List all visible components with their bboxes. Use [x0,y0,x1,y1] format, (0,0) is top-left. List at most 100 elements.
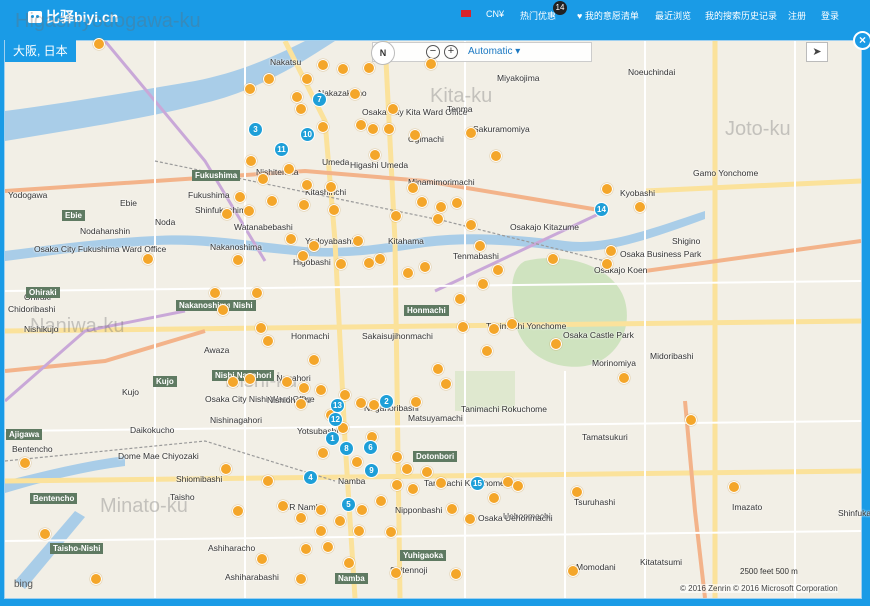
compass-button[interactable]: N [371,41,395,65]
hotel-pin-icon[interactable] [142,253,154,265]
hotel-pin-icon[interactable] [571,486,583,498]
hotel-pin-icon[interactable] [298,382,310,394]
hotel-cluster-marker[interactable]: 14 [594,202,609,217]
hotel-pin-icon[interactable] [409,129,421,141]
hotel-pin-icon[interactable] [335,258,347,270]
hotel-pin-icon[interactable] [220,463,232,475]
hotel-pin-icon[interactable] [390,210,402,222]
hotel-pin-icon[interactable] [450,568,462,580]
hotel-cluster-marker[interactable]: 15 [470,476,485,491]
hotel-pin-icon[interactable] [251,287,263,299]
hotel-pin-icon[interactable] [325,181,337,193]
hotel-pin-icon[interactable] [355,119,367,131]
hotel-pin-icon[interactable] [351,456,363,468]
hotel-pin-icon[interactable] [488,492,500,504]
hotel-pin-icon[interactable] [416,196,428,208]
hotel-pin-icon[interactable] [334,515,346,527]
hotel-pin-icon[interactable] [387,103,399,115]
hotel-pin-icon[interactable] [255,322,267,334]
hotel-pin-icon[interactable] [277,500,289,512]
hotel-pin-icon[interactable] [457,321,469,333]
hotel-cluster-marker[interactable]: 4 [303,470,318,485]
hotel-pin-icon[interactable] [217,304,229,316]
hotel-pin-icon[interactable] [410,396,422,408]
hotel-pin-icon[interactable] [281,376,293,388]
hotel-cluster-marker[interactable]: 2 [379,394,394,409]
hotel-pin-icon[interactable] [402,267,414,279]
hotel-pin-icon[interactable] [369,149,381,161]
hotel-pin-icon[interactable] [256,553,268,565]
hotel-pin-icon[interactable] [328,204,340,216]
hotel-pin-icon[interactable] [337,63,349,75]
hotel-cluster-marker[interactable]: 6 [363,440,378,455]
hotel-pin-icon[interactable] [285,233,297,245]
hotel-pin-icon[interactable] [262,475,274,487]
currency-selector[interactable]: CN¥ [486,9,504,19]
hotel-cluster-marker[interactable]: 11 [274,142,289,157]
hotel-cluster-marker[interactable]: 7 [312,92,327,107]
hotel-pin-icon[interactable] [245,155,257,167]
hotel-pin-icon[interactable] [601,258,613,270]
hotel-pin-icon[interactable] [355,397,367,409]
hotel-pin-icon[interactable] [446,503,458,515]
hotel-pin-icon[interactable] [451,197,463,209]
hotel-pin-icon[interactable] [440,378,452,390]
hotel-pin-icon[interactable] [407,483,419,495]
hotel-pin-icon[interactable] [295,512,307,524]
hotel-pin-icon[interactable] [263,73,275,85]
hotel-pin-icon[interactable] [390,567,402,579]
hotel-pin-icon[interactable] [421,466,433,478]
hotel-pin-icon[interactable] [301,73,313,85]
hotel-pin-icon[interactable] [385,526,397,538]
hotel-pin-icon[interactable] [407,182,419,194]
hotel-pin-icon[interactable] [512,480,524,492]
hotel-pin-icon[interactable] [432,213,444,225]
hotel-pin-icon[interactable] [343,557,355,569]
hotel-pin-icon[interactable] [298,199,310,211]
hotel-pin-icon[interactable] [322,541,334,553]
hotel-pin-icon[interactable] [257,173,269,185]
hotel-pin-icon[interactable] [464,513,476,525]
hotel-pin-icon[interactable] [435,201,447,213]
hotel-pin-icon[interactable] [367,123,379,135]
hotel-pin-icon[interactable] [481,345,493,357]
hotel-pin-icon[interactable] [300,543,312,555]
hotel-pin-icon[interactable] [266,195,278,207]
hotel-pin-icon[interactable] [363,62,375,74]
hotel-pin-icon[interactable] [232,254,244,266]
hotel-pin-icon[interactable] [465,219,477,231]
recently-viewed-link[interactable]: 最近浏览 [655,9,691,22]
hotel-pin-icon[interactable] [317,121,329,133]
hotel-cluster-marker[interactable]: 5 [341,497,356,512]
map-mode-dropdown[interactable]: Automatic ▾ [468,46,520,57]
hotel-pin-icon[interactable] [283,163,295,175]
hotel-pin-icon[interactable] [605,245,617,257]
hotel-cluster-marker[interactable]: 12 [328,412,343,427]
hotel-pin-icon[interactable] [301,179,313,191]
register-link[interactable]: 注册 [788,9,806,22]
hotel-pin-icon[interactable] [295,573,307,585]
hotel-cluster-marker[interactable]: 8 [339,441,354,456]
hotel-pin-icon[interactable] [352,235,364,247]
hotel-pin-icon[interactable] [492,264,504,276]
hotel-pin-icon[interactable] [227,376,239,388]
hotel-pin-icon[interactable] [374,253,386,265]
hotel-pin-icon[interactable] [391,479,403,491]
hotel-pin-icon[interactable] [425,58,437,70]
hotel-pin-icon[interactable] [356,504,368,516]
hotel-cluster-marker[interactable]: 9 [364,463,379,478]
hotel-pin-icon[interactable] [567,565,579,577]
hotel-pin-icon[interactable] [297,250,309,262]
hotel-pin-icon[interactable] [221,208,233,220]
hotel-pin-icon[interactable] [234,191,246,203]
hotel-pin-icon[interactable] [547,253,559,265]
hotel-pin-icon[interactable] [477,278,489,290]
hotel-pin-icon[interactable] [262,335,274,347]
hotel-pin-icon[interactable] [90,573,102,585]
hotel-pin-icon[interactable] [601,183,613,195]
hotel-pin-icon[interactable] [232,505,244,517]
hotel-cluster-marker[interactable]: 3 [248,122,263,137]
hotel-pin-icon[interactable] [506,318,518,330]
hotel-pin-icon[interactable] [19,457,31,469]
search-history-link[interactable]: 我的搜索历史记录 [705,9,777,22]
